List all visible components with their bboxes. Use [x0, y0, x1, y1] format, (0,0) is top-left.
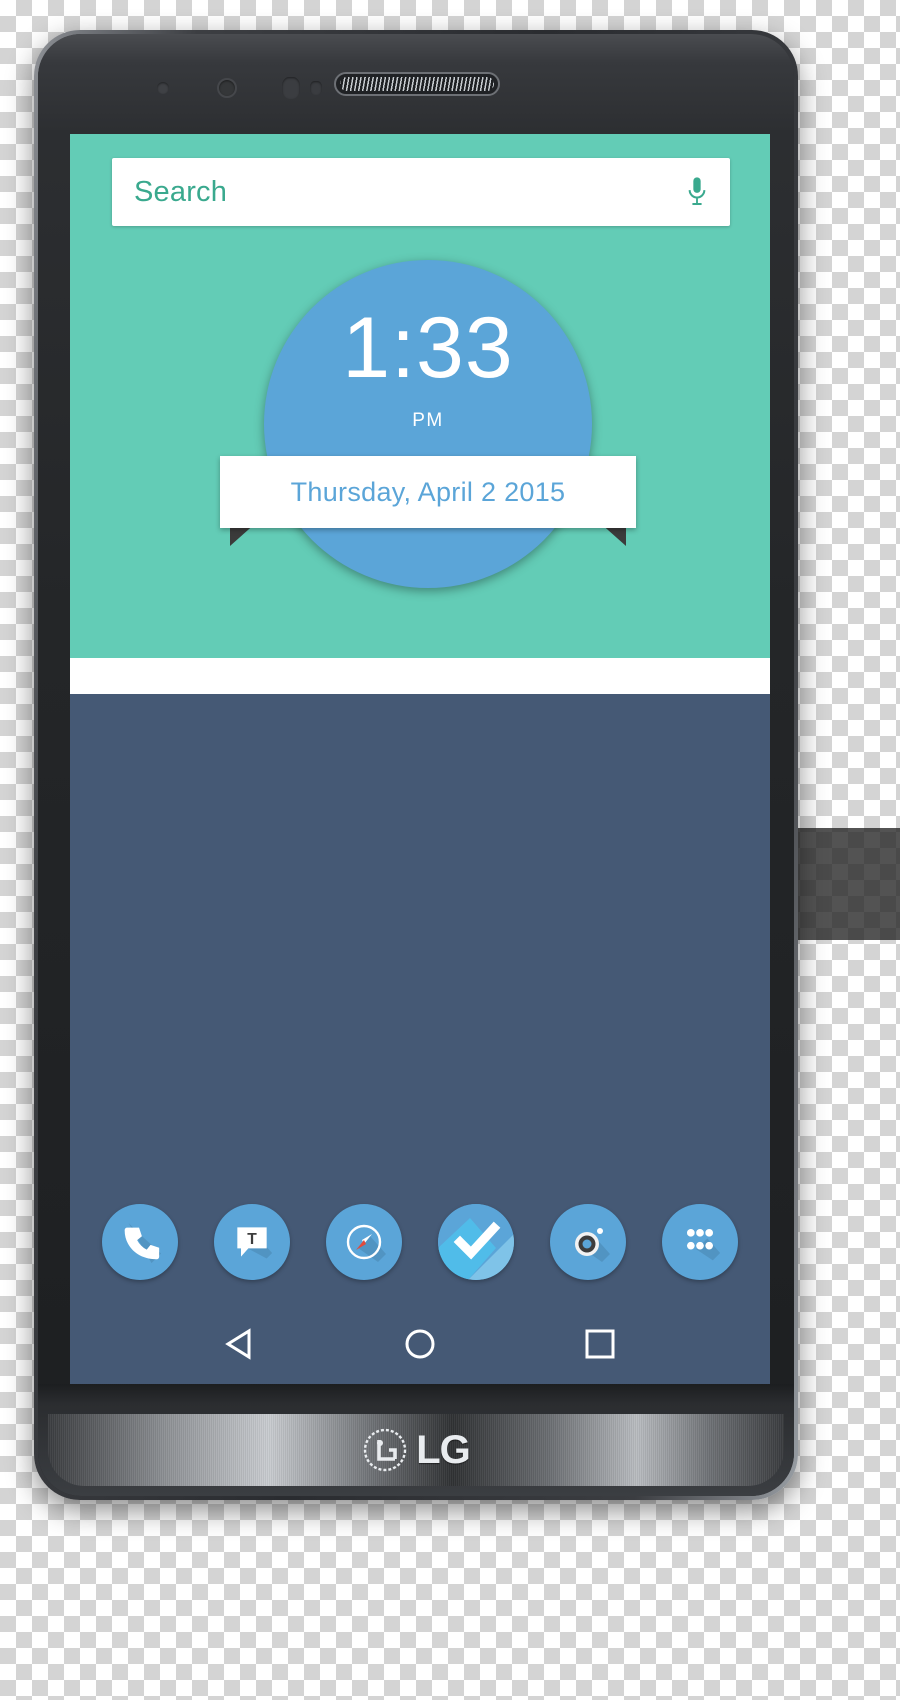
- date-ribbon[interactable]: Thursday, April 2 2015: [220, 456, 636, 548]
- top-bezel: [38, 34, 794, 130]
- dock-item-camera[interactable]: [550, 1204, 626, 1280]
- nav-home-button[interactable]: [394, 1320, 446, 1372]
- camera-icon: [564, 1218, 612, 1266]
- clock-meridiem: PM: [412, 410, 444, 431]
- message-bubble-icon: T: [230, 1220, 274, 1264]
- phone-body: Search 1:33 PM Thursday, April 2 2015 T …: [38, 34, 794, 1496]
- nav-recents-button[interactable]: [574, 1320, 626, 1372]
- dock-item-tasks[interactable]: [438, 1204, 514, 1280]
- search-input[interactable]: Search: [134, 176, 686, 209]
- lg-logo: LG: [362, 1427, 471, 1473]
- check-icon: [438, 1204, 514, 1280]
- earpiece-speaker-icon: [334, 72, 500, 96]
- app-drawer-icon: [678, 1220, 722, 1264]
- phone-screen[interactable]: Search 1:33 PM Thursday, April 2 2015 T: [70, 134, 770, 1392]
- dock-item-app-drawer[interactable]: [662, 1204, 738, 1280]
- proximity-sensor-icon: [157, 82, 169, 94]
- light-sensor-icon: [282, 77, 300, 99]
- search-widget[interactable]: Search: [112, 158, 730, 226]
- clock-widget[interactable]: 1:33 PM Thursday, April 2 2015: [220, 260, 636, 588]
- phone-icon: [117, 1219, 163, 1265]
- wallpaper-white-band: [70, 658, 770, 694]
- back-triangle-icon: [219, 1323, 261, 1370]
- phone-device: Search 1:33 PM Thursday, April 2 2015 T …: [34, 30, 798, 1500]
- clock-time: 1:33: [342, 300, 514, 396]
- dock: T: [70, 1196, 770, 1288]
- bottom-bezel: LG: [38, 1384, 794, 1496]
- navigation-bar: [70, 1300, 770, 1392]
- brand-strip: LG: [48, 1414, 784, 1486]
- lg-mark-icon: [362, 1427, 408, 1473]
- earpiece-grille: [340, 77, 494, 91]
- compass-icon: [340, 1218, 388, 1266]
- dock-item-messaging[interactable]: T: [214, 1204, 290, 1280]
- led-indicator-icon: [310, 81, 322, 95]
- home-circle-icon: [399, 1323, 441, 1370]
- front-camera-icon: [217, 78, 237, 98]
- svg-text:T: T: [247, 1231, 257, 1248]
- microphone-icon[interactable]: [686, 175, 708, 209]
- nav-back-button[interactable]: [214, 1320, 266, 1372]
- lg-wordmark: LG: [416, 1427, 471, 1472]
- dock-item-phone[interactable]: [102, 1204, 178, 1280]
- ribbon-body: Thursday, April 2 2015: [220, 456, 636, 528]
- clock-date: Thursday, April 2 2015: [290, 476, 566, 507]
- dock-item-browser[interactable]: [326, 1204, 402, 1280]
- recents-square-icon: [579, 1323, 621, 1370]
